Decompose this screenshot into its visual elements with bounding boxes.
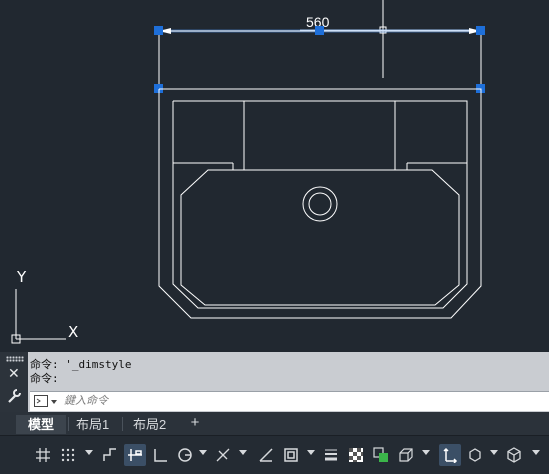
chevron-down-icon[interactable] bbox=[490, 450, 498, 455]
grips[interactable] bbox=[154, 26, 485, 93]
lineweight-icon[interactable] bbox=[320, 444, 342, 466]
status-bar bbox=[0, 435, 549, 474]
drawing-canvas[interactable]: 560 Y X bbox=[0, 0, 549, 352]
tab-layout1[interactable]: 布局1 bbox=[64, 415, 121, 434]
add-layout-button[interactable]: + bbox=[186, 414, 204, 432]
snap-grid-icon[interactable] bbox=[57, 444, 79, 466]
customize-wrench-icon[interactable] bbox=[6, 388, 22, 404]
drawing-svg[interactable]: 560 Y X bbox=[0, 0, 549, 352]
isolate-objects-icon[interactable] bbox=[503, 444, 525, 466]
command-line-grip[interactable]: ✕ bbox=[0, 352, 28, 412]
workspace-icon[interactable] bbox=[464, 444, 486, 466]
layout-tabs-bar: 模型 布局1 布局2 + bbox=[0, 412, 549, 435]
transparency-icon[interactable] bbox=[345, 444, 367, 466]
ucs-y-label: Y bbox=[16, 268, 27, 286]
chevron-down-icon[interactable] bbox=[199, 450, 207, 455]
3d-object-snap-icon[interactable] bbox=[395, 444, 417, 466]
sink-drawing[interactable] bbox=[158, 88, 482, 319]
annotation-scale-icon[interactable] bbox=[439, 444, 461, 466]
object-snap-icon[interactable] bbox=[280, 444, 302, 466]
infer-constraints-icon[interactable] bbox=[99, 444, 121, 466]
command-prompt-icon[interactable] bbox=[34, 395, 58, 408]
command-history-line: 命令: '_dimstyle bbox=[30, 358, 132, 371]
tab-model[interactable]: 模型 bbox=[16, 415, 67, 434]
command-input[interactable] bbox=[64, 393, 534, 409]
object-snap-tracking-icon[interactable] bbox=[255, 444, 277, 466]
close-icon[interactable]: ✕ bbox=[8, 366, 20, 382]
grip-dim-left bbox=[154, 26, 163, 35]
crosshair-cursor bbox=[300, 0, 470, 78]
ortho-icon[interactable] bbox=[149, 444, 171, 466]
grid-icon[interactable] bbox=[32, 444, 54, 466]
ucs-x-label: X bbox=[68, 323, 78, 341]
dimension-560[interactable]: 560 bbox=[158, 14, 482, 88]
dynamic-input-icon[interactable] bbox=[124, 444, 146, 466]
chevron-down-icon[interactable] bbox=[85, 450, 93, 455]
grip-dim-right bbox=[476, 26, 485, 35]
isometric-drafting-icon[interactable] bbox=[212, 444, 234, 466]
selection-cycling-icon[interactable] bbox=[370, 444, 392, 466]
command-history-line: 命令: bbox=[30, 372, 59, 385]
chevron-down-icon[interactable] bbox=[532, 450, 540, 455]
grip-dim-middle bbox=[315, 26, 324, 35]
tab-layout2[interactable]: 布局2 bbox=[121, 415, 178, 434]
ucs-icon bbox=[11, 289, 66, 344]
command-history: 命令: '_dimstyle 命令: bbox=[30, 358, 131, 386]
polar-tracking-icon[interactable] bbox=[174, 444, 196, 466]
chevron-down-icon[interactable] bbox=[422, 450, 430, 455]
command-line-panel: ✕ 命令: '_dimstyle 命令: bbox=[0, 352, 549, 412]
drag-handle-icon[interactable] bbox=[6, 356, 24, 362]
command-input-row bbox=[30, 391, 549, 411]
chevron-down-icon[interactable] bbox=[307, 450, 315, 455]
chevron-down-icon[interactable] bbox=[239, 450, 247, 455]
